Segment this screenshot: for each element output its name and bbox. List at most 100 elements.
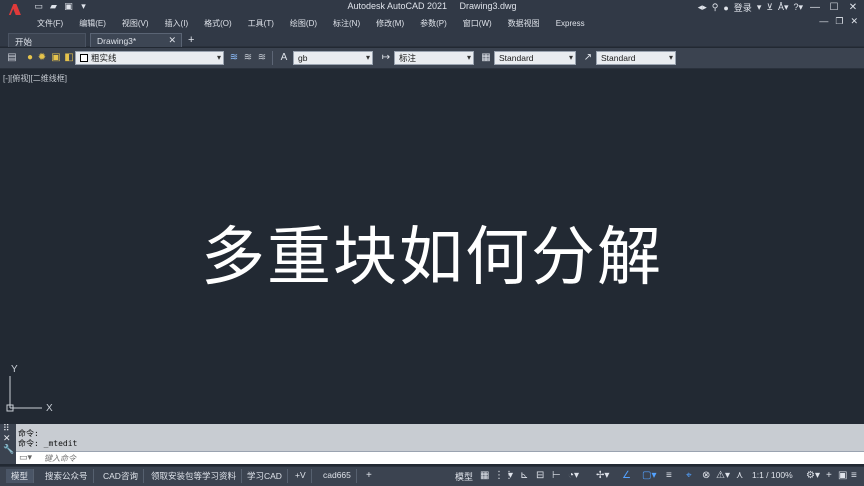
polar-tracking-icon[interactable]: ◔▾ (568, 470, 579, 481)
tab-start[interactable]: 开始 (8, 33, 86, 47)
menu-express[interactable]: Express (556, 19, 585, 28)
viewport-controls[interactable]: [-][俯视][二维线框] (3, 73, 67, 84)
table-style-icon[interactable]: ▦ (480, 52, 492, 64)
layer-dropdown[interactable]: 粗实线 ▾ (75, 51, 224, 65)
minimize-icon[interactable]: — (808, 2, 822, 13)
history-line: 命令: _mtedit (18, 439, 78, 448)
tab-drawing[interactable]: Drawing3* ✕ (90, 33, 182, 47)
close-tab-icon[interactable]: ✕ (168, 35, 176, 46)
isolate-objects-icon[interactable]: ▣ (838, 470, 847, 481)
text-style-dropdown[interactable]: gb ▾ (293, 51, 373, 65)
new-tab-icon[interactable]: + (188, 34, 194, 46)
transparency-icon[interactable]: ⌖ (686, 470, 692, 481)
ucs-icon: Y X (6, 364, 53, 414)
menu-draw[interactable]: 绘图(D) (290, 18, 317, 29)
layer-freeze-icon[interactable]: ✹ (36, 52, 48, 64)
menu-edit[interactable]: 编辑(E) (79, 18, 106, 29)
selection-cycling-icon[interactable]: ⊗ (702, 470, 710, 481)
menu-file[interactable]: 文件(F) (37, 18, 63, 29)
layer-properties-icon[interactable]: ▤ (6, 52, 18, 64)
document-window-controls: — ❐ ✕ (819, 16, 858, 27)
text-style-icon[interactable]: A (278, 52, 290, 64)
doc-minimize-icon[interactable]: — (819, 16, 828, 27)
cart-icon[interactable]: ⊻ (766, 2, 773, 13)
command-prompt-icon[interactable]: ▭▾ (19, 452, 32, 463)
menu-format[interactable]: 格式(O) (204, 18, 232, 29)
layer-lock-state-icon[interactable]: ◧ (63, 52, 75, 64)
menu-dimension[interactable]: 标注(N) (333, 18, 360, 29)
toolbar-divider (272, 51, 273, 65)
help-icon[interactable]: ?▾ (793, 2, 803, 13)
model-space-label[interactable]: 模型 (455, 470, 473, 483)
menu-view[interactable]: 视图(V) (122, 18, 149, 29)
workspace-gear-icon[interactable]: ⚙▾ (806, 470, 820, 481)
user-icon[interactable]: ● (723, 3, 728, 13)
layer-lock-icon[interactable]: ▣ (50, 52, 62, 64)
previous-layer-icon[interactable]: ≋ (256, 52, 268, 64)
add-icon[interactable]: + (826, 470, 832, 481)
qat-dropdown-icon[interactable]: ▾ (78, 1, 89, 12)
customize-menu-icon[interactable]: ≡ (851, 470, 857, 481)
ortho-icon[interactable]: ⊢ (552, 470, 561, 481)
layer-on-icon[interactable]: ● (24, 52, 36, 64)
new-file-icon[interactable]: ▭ (33, 1, 44, 12)
menu-parametric[interactable]: 参数(P) (420, 18, 447, 29)
grip-icon[interactable]: ⠿ (0, 424, 16, 433)
layout-tab[interactable]: 搜索公众号 (40, 469, 94, 483)
doc-restore-icon[interactable]: ❐ (835, 16, 843, 27)
open-folder-icon[interactable]: ▰ (48, 1, 59, 12)
snap-dropdown-icon[interactable]: ▾ (508, 470, 513, 481)
layout-tab[interactable]: 学习CAD (242, 469, 288, 483)
overlay-title: 多重块如何分解 (201, 221, 663, 295)
mleader-style-dropdown[interactable]: Standard ▾ (596, 51, 676, 65)
mleader-style-icon[interactable]: ↗ (582, 52, 594, 64)
grid-icon[interactable]: ▦ (480, 470, 489, 481)
make-current-layer-icon[interactable]: ≋ (228, 52, 240, 64)
chevron-down-icon: ▾ (466, 53, 471, 62)
login-link[interactable]: 登录 (734, 1, 752, 14)
dynamic-input-icon[interactable]: ⊟ (536, 470, 544, 481)
drawing-canvas[interactable]: [-][俯视][二维线框] 多重块如何分解 Y X (0, 70, 864, 424)
command-input[interactable] (44, 453, 844, 464)
close-window-icon[interactable]: ✕ (846, 2, 860, 13)
layout-tab[interactable]: 领取安装包等学习资料 (146, 469, 243, 483)
command-window-handle[interactable]: ⠿ ✕ 🔧 (0, 424, 16, 464)
infer-constraints-icon[interactable]: ⊾ (520, 470, 528, 481)
close-command-icon[interactable]: ✕ (0, 433, 16, 443)
match-layer-icon[interactable]: ≋ (242, 52, 254, 64)
annotation-scale-icon[interactable]: ⋏ (736, 470, 743, 481)
search-icon[interactable]: ⚲ (712, 2, 719, 13)
menu-insert[interactable]: 插入(I) (165, 18, 189, 29)
annotation-visibility-icon[interactable]: ⚠▾ (716, 470, 730, 481)
layout-tab-model[interactable]: 模型 (6, 469, 35, 483)
add-layout-icon[interactable]: + (366, 470, 372, 481)
isodraft-icon[interactable]: ✢▾ (596, 470, 609, 481)
save-icon[interactable]: ▣ (63, 1, 74, 12)
doc-close-icon[interactable]: ✕ (850, 16, 858, 27)
properties-toolbar: ▤ ● ✹ ▣ ◧ 粗实线 ▾ ≋ ≋ ≋ A gb ▾ ↦ 标注 ▾ ▦ St… (0, 48, 864, 69)
ucs-x-label: X (46, 403, 53, 414)
maximize-icon[interactable]: ☐ (827, 2, 841, 13)
dim-style-icon[interactable]: ↦ (380, 52, 392, 64)
annotation-scale-value[interactable]: 1:1 / 100% (752, 470, 793, 480)
menu-modify[interactable]: 修改(M) (376, 18, 404, 29)
menu-tools[interactable]: 工具(T) (248, 18, 274, 29)
object-snap-icon[interactable]: ▢▾ (642, 470, 656, 481)
chevron-down-icon: ▾ (668, 53, 673, 62)
menu-dataview[interactable]: 数据视图 (508, 18, 540, 29)
layout-tab[interactable]: +V (290, 469, 312, 483)
menu-window[interactable]: 窗口(W) (463, 18, 492, 29)
lineweight-icon[interactable]: ≡ (666, 470, 672, 481)
search-nav-icon[interactable]: ◂▸ (698, 2, 707, 13)
file-tab-bar: 开始 Drawing3* ✕ + (0, 31, 864, 47)
autodesk-account-icon[interactable]: Å▾ (778, 2, 789, 13)
object-snap-tracking-icon[interactable]: ∠ (622, 470, 631, 481)
text-style-value: gb (298, 53, 308, 63)
layout-tab[interactable]: cad665 (318, 469, 357, 483)
table-style-dropdown[interactable]: Standard ▾ (494, 51, 576, 65)
dim-style-dropdown[interactable]: 标注 ▾ (394, 51, 474, 65)
chevron-down-icon: ▾ (216, 53, 221, 62)
layout-tab[interactable]: CAD咨询 (98, 469, 144, 483)
user-dropdown-icon[interactable]: ▾ (757, 2, 762, 13)
customize-icon[interactable]: 🔧 (0, 443, 16, 455)
